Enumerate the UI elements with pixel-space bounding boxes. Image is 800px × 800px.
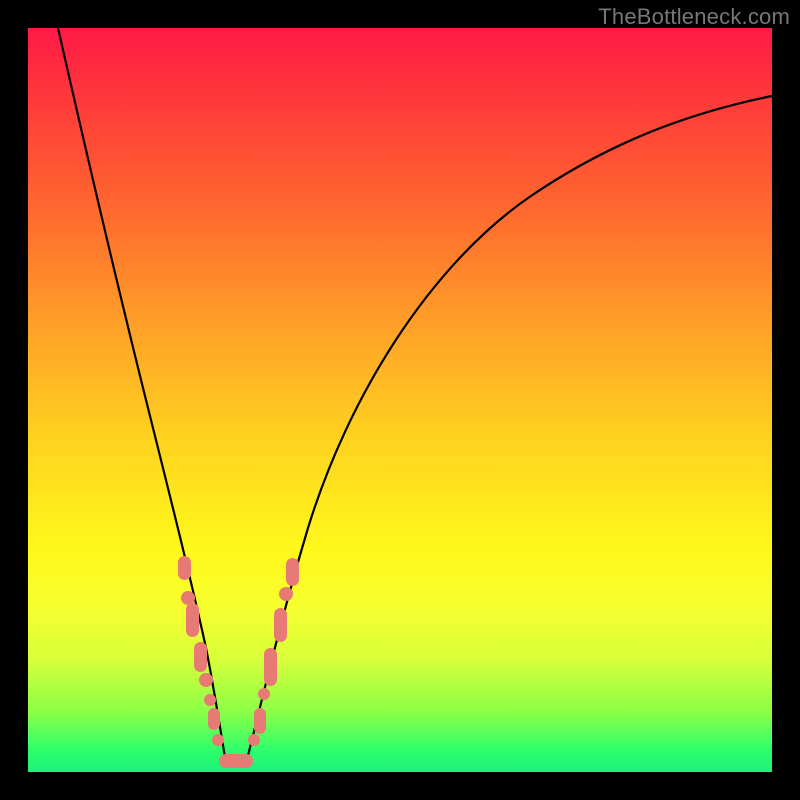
left-markers (178, 556, 224, 746)
watermark-text: TheBottleneck.com (598, 4, 790, 30)
right-curve (246, 96, 772, 763)
valley-markers (219, 754, 253, 768)
plot-area (28, 28, 772, 772)
curve-layer (28, 28, 772, 772)
chart-frame: TheBottleneck.com (0, 0, 800, 800)
